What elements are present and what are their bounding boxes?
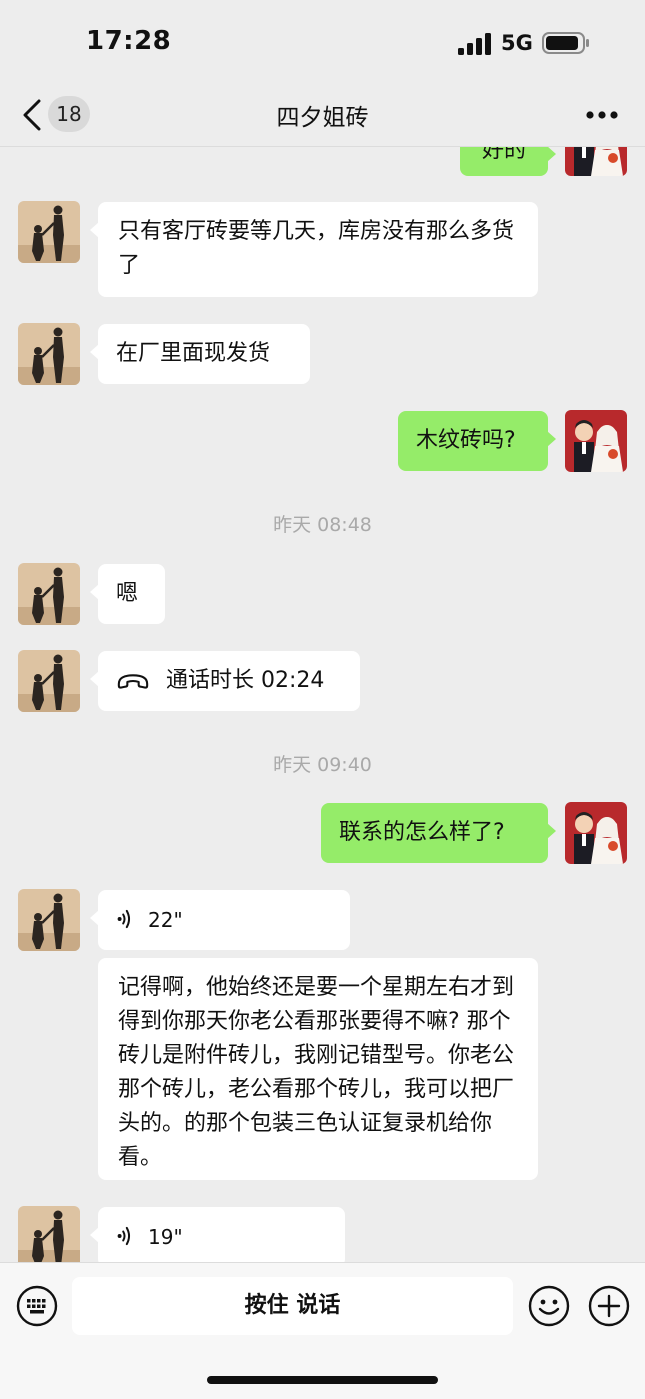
plus-icon[interactable] <box>588 1285 630 1327</box>
outgoing-message[interactable]: 好的 <box>460 146 556 176</box>
incoming-message[interactable]: 嗯 <box>90 564 165 624</box>
voice-duration: 19" <box>148 1225 183 1249</box>
transcript-text: 记得啊，他始终还是要一个星期左右才到得到你那天你老公看那张要得不嘛? 那个砖儿是… <box>118 975 515 1170</box>
hold-to-talk-button[interactable]: 按住 说话 <box>72 1277 513 1335</box>
voice-wave-icon <box>117 1226 131 1246</box>
message-list[interactable]: 好的 只有客厅砖要等几天，库房没有那么多货了 在厂里面现发货 木纹砖吗? 昨天 … <box>0 146 645 1262</box>
chat-header: 18 四夕姐砖 <box>0 88 645 147</box>
my-avatar[interactable] <box>565 802 627 864</box>
contact-avatar[interactable] <box>18 323 80 385</box>
message-text: 木纹砖吗? <box>416 428 516 453</box>
contact-avatar[interactable] <box>18 563 80 625</box>
voice-message[interactable]: 22" <box>90 890 350 950</box>
emoji-icon[interactable] <box>528 1285 570 1327</box>
input-bar: 按住 说话 <box>0 1262 645 1399</box>
call-duration-text: 通话时长 02:24 <box>166 668 325 693</box>
my-avatar[interactable] <box>565 410 627 472</box>
battery-icon <box>542 32 589 54</box>
contact-avatar[interactable] <box>18 1206 80 1262</box>
voice-duration: 22" <box>148 908 183 932</box>
contact-avatar[interactable] <box>18 201 80 263</box>
message-text: 联系的怎么样了? <box>339 820 505 845</box>
voice-message[interactable]: 19" <box>90 1207 345 1262</box>
outgoing-message[interactable]: 联系的怎么样了? <box>321 803 556 863</box>
message-text: 在厂里面现发货 <box>116 341 271 366</box>
network-type: 5G <box>501 31 533 55</box>
home-indicator[interactable] <box>207 1376 438 1384</box>
status-bar: 17:28 5G <box>0 0 645 88</box>
more-icon[interactable] <box>585 110 619 120</box>
voice-wave-icon <box>117 909 131 929</box>
my-avatar[interactable] <box>565 146 627 176</box>
phone-icon <box>117 674 149 689</box>
voice-transcript[interactable]: 记得啊，他始终还是要一个星期左右才到得到你那天你老公看那张要得不嘛? 那个砖儿是… <box>98 958 538 1180</box>
contact-avatar[interactable] <box>18 889 80 951</box>
chat-title: 四夕姐砖 <box>276 105 369 131</box>
timestamp: 昨天 08:48 <box>273 514 372 536</box>
call-record-message[interactable]: 通话时长 02:24 <box>90 651 360 711</box>
incoming-message[interactable]: 只有客厅砖要等几天，库房没有那么多货了 <box>90 202 538 297</box>
status-time: 17:28 <box>86 26 172 56</box>
message-text: 好的 <box>481 146 526 163</box>
signal-icon <box>458 33 491 55</box>
message-text: 只有客厅砖要等几天，库房没有那么多货了 <box>118 219 515 278</box>
outgoing-message[interactable]: 木纹砖吗? <box>398 411 556 471</box>
keyboard-icon[interactable] <box>16 1285 58 1327</box>
incoming-message[interactable]: 在厂里面现发货 <box>90 324 310 384</box>
message-text: 嗯 <box>116 581 139 606</box>
timestamp: 昨天 09:40 <box>273 754 372 776</box>
contact-avatar[interactable] <box>18 650 80 712</box>
